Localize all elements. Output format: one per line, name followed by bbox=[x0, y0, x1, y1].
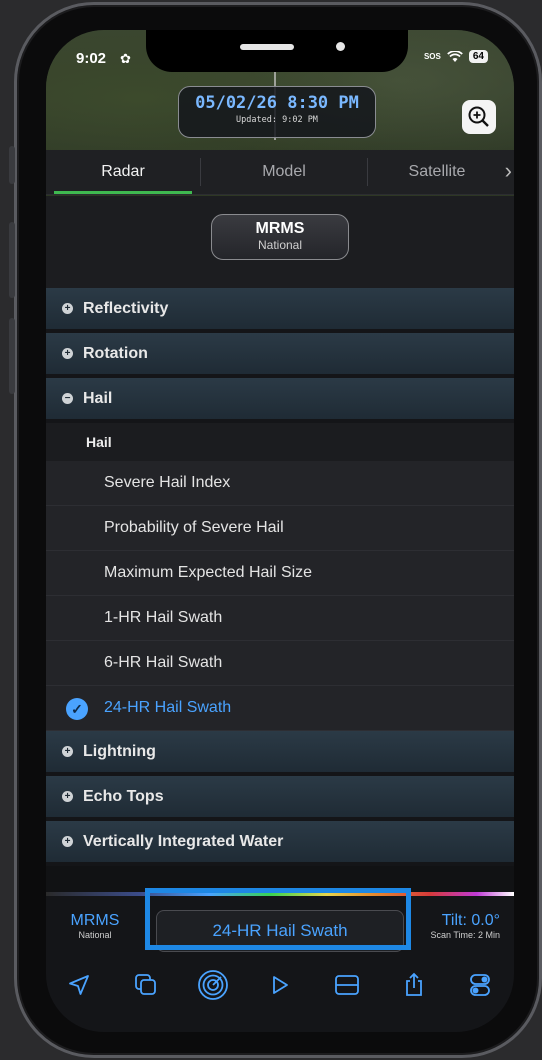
list-item-24hr-hail-swath[interactable]: ✓ 24-HR Hail Swath bbox=[46, 686, 514, 731]
category-label: Hail bbox=[83, 389, 113, 407]
zoom-button[interactable] bbox=[462, 100, 496, 134]
list-item-label: 24-HR Hail Swath bbox=[104, 699, 232, 716]
side-button bbox=[9, 146, 15, 184]
tab-model[interactable]: Model bbox=[201, 150, 367, 194]
layers-icon[interactable] bbox=[129, 968, 163, 1002]
zoom-in-icon bbox=[468, 106, 489, 127]
list-item-1hr-hail-swath[interactable]: 1-HR Hail Swath bbox=[46, 596, 514, 641]
chevron-right-icon[interactable]: › bbox=[505, 158, 512, 184]
list-item-6hr-hail-swath[interactable]: 6-HR Hail Swath bbox=[46, 641, 514, 686]
volume-down-button bbox=[9, 318, 15, 394]
list-item-probability-severe-hail[interactable]: Probability of Severe Hail bbox=[46, 506, 514, 551]
plus-icon: + bbox=[62, 836, 73, 847]
category-label: Echo Tops bbox=[83, 787, 164, 805]
plus-icon: + bbox=[62, 791, 73, 802]
sos-label: SOS bbox=[423, 52, 441, 61]
volume-up-button bbox=[9, 222, 15, 298]
category-label: Vertically Integrated Water bbox=[83, 832, 284, 850]
island-camera bbox=[336, 42, 345, 51]
plus-icon: + bbox=[62, 303, 73, 314]
category-lightning[interactable]: + Lightning bbox=[46, 731, 514, 776]
radar-icon[interactable] bbox=[196, 968, 230, 1002]
status-indicators: SOS 64 bbox=[424, 50, 488, 63]
tab-satellite[interactable]: Satellite bbox=[368, 150, 506, 194]
toggles-icon[interactable] bbox=[463, 968, 497, 1002]
battery-indicator: 64 bbox=[468, 50, 488, 63]
hail-group-header: Hail bbox=[46, 423, 514, 461]
timestamp-updated: Updated: 9:02 PM bbox=[236, 115, 318, 125]
category-tabs: Radar Model Satellite bbox=[46, 150, 514, 195]
plus-icon: + bbox=[62, 348, 73, 359]
product-name: MRMS bbox=[255, 220, 305, 237]
product-summary-name: MRMS bbox=[70, 912, 120, 929]
product-summary[interactable]: MRMS National bbox=[60, 912, 130, 940]
category-label: Lightning bbox=[83, 742, 156, 760]
product-list: + Reflectivity + Rotation − Hail Hail Se… bbox=[46, 288, 514, 892]
tab-radar[interactable]: Radar bbox=[46, 150, 200, 194]
share-icon[interactable] bbox=[397, 968, 431, 1002]
list-item-severe-hail-index[interactable]: Severe Hail Index bbox=[46, 461, 514, 506]
category-hail[interactable]: − Hail bbox=[46, 378, 514, 423]
tilt-label: Tilt: 0.0° bbox=[441, 912, 500, 929]
timestamp-badge[interactable]: 05/02/26 8:30 PM Updated: 9:02 PM bbox=[178, 86, 376, 138]
category-vil[interactable]: + Vertically Integrated Water bbox=[46, 821, 514, 866]
scan-time-label: Scan Time: 2 Min bbox=[430, 930, 500, 940]
selection-highlight bbox=[145, 888, 411, 950]
status-time: 9:02 bbox=[76, 50, 107, 67]
gear-icon: ✿ bbox=[120, 51, 131, 66]
checkmark-icon: ✓ bbox=[66, 698, 88, 720]
minus-icon: − bbox=[62, 393, 73, 404]
category-label: Reflectivity bbox=[83, 299, 169, 317]
island-pill bbox=[240, 44, 294, 50]
category-label: Rotation bbox=[83, 344, 148, 362]
split-view-icon[interactable] bbox=[330, 968, 364, 1002]
product-summary-scope: National bbox=[78, 930, 112, 940]
dynamic-island bbox=[146, 30, 408, 72]
bottom-toolbar bbox=[46, 960, 514, 1010]
play-icon[interactable] bbox=[263, 968, 297, 1002]
app-screen: 9:02 ✿ SOS 64 05/02/26 8:30 PM Updated: … bbox=[46, 30, 514, 1032]
timestamp-main: 05/02/26 8:30 PM bbox=[195, 93, 359, 113]
category-rotation[interactable]: + Rotation bbox=[46, 333, 514, 378]
product-header: MRMS National bbox=[46, 196, 514, 288]
category-echo-tops[interactable]: + Echo Tops bbox=[46, 776, 514, 821]
wifi-icon bbox=[447, 50, 463, 62]
tilt-info[interactable]: Tilt: 0.0° Scan Time: 2 Min bbox=[430, 912, 500, 940]
list-item-max-expected-hail-size[interactable]: Maximum Expected Hail Size bbox=[46, 551, 514, 596]
category-reflectivity[interactable]: + Reflectivity bbox=[46, 288, 514, 333]
product-selector-button[interactable]: MRMS National bbox=[211, 214, 349, 260]
product-scope: National bbox=[257, 238, 303, 252]
plus-icon: + bbox=[62, 746, 73, 757]
location-arrow-icon[interactable] bbox=[62, 968, 96, 1002]
